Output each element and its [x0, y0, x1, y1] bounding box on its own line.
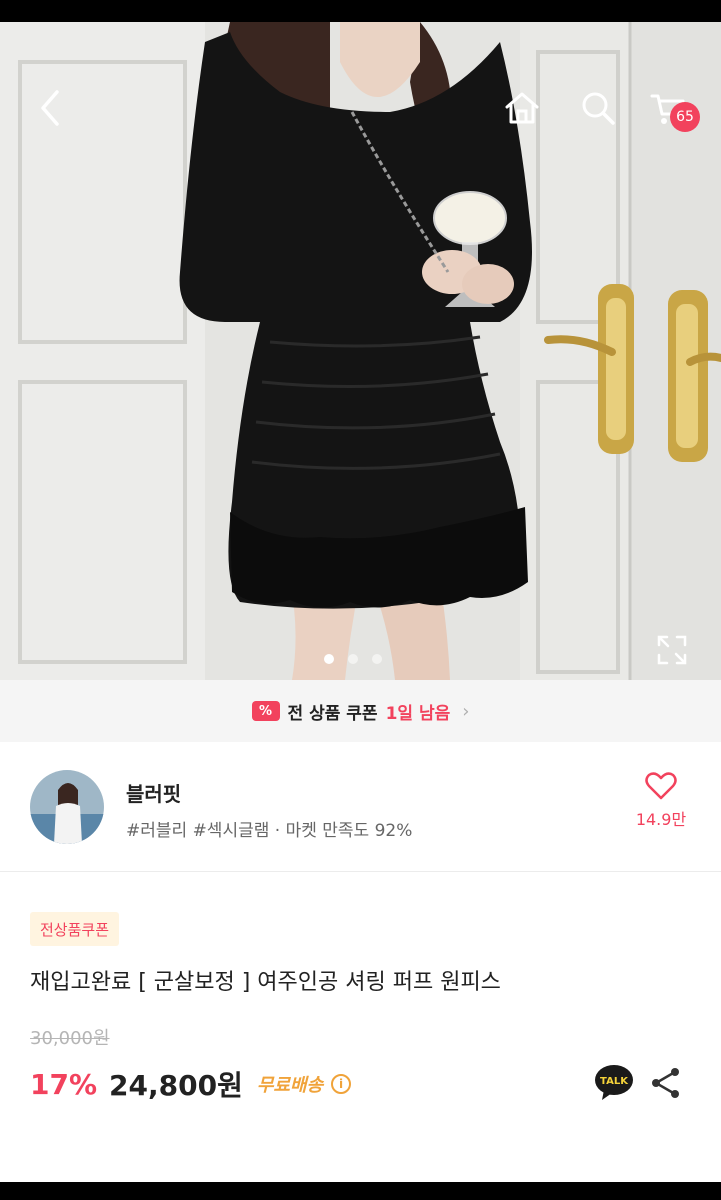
price-row: 17% 24,800원 무료배송 i	[30, 1064, 352, 1104]
store-tags-satisfaction: #러블리 #섹시글램 · 마켓 만족도 92%	[126, 821, 413, 841]
store-name[interactable]: 블러핏	[126, 778, 181, 807]
search-icon	[582, 92, 615, 125]
pagination-dot[interactable]	[324, 654, 334, 664]
coupon-label: 전 상품 쿠폰	[287, 703, 378, 724]
back-button[interactable]	[26, 84, 74, 132]
like-store-button[interactable]: 14.9만	[624, 772, 698, 842]
pagination-dot[interactable]	[348, 654, 358, 664]
chevron-right-icon: ›	[462, 700, 470, 722]
chevron-left-icon	[41, 90, 59, 126]
info-icon[interactable]: i	[331, 1074, 352, 1094]
discount-rate: 17%	[30, 1067, 98, 1101]
store-avatar[interactable]	[30, 770, 104, 844]
home-icon	[505, 92, 539, 124]
product-title: 재입고완료 [ 군살보정 ] 여주인공 셔링 퍼프 원피스	[30, 970, 501, 995]
pagination-dot[interactable]	[372, 654, 382, 664]
coupon-icon: %	[251, 701, 280, 721]
coupon-tag-badge: 전상품쿠폰	[30, 912, 120, 946]
search-button[interactable]	[574, 84, 622, 132]
original-price: 30,000원	[30, 1028, 110, 1049]
share-button[interactable]	[648, 1066, 684, 1100]
share-icon	[652, 1068, 679, 1098]
kakao-talk-button[interactable]: TALK	[594, 1064, 634, 1102]
coupon-banner[interactable]: % 전 상품 쿠폰 1일 남음 ›	[0, 680, 721, 742]
product-image-gallery[interactable]: 65	[0, 22, 721, 680]
expand-icon	[657, 635, 687, 665]
free-shipping-label: 무료배송	[256, 1075, 324, 1096]
status-bar	[0, 0, 721, 22]
coupon-remaining: 1일 남음	[385, 703, 451, 724]
like-count: 14.9만	[635, 810, 687, 829]
heart-icon	[645, 772, 677, 800]
bottom-bar	[0, 1182, 721, 1200]
cart-count-badge: 65	[670, 102, 700, 132]
avatar-image	[30, 770, 104, 844]
talk-icon: TALK	[595, 1065, 633, 1100]
store-info[interactable]: 블러핏 #러블리 #섹시글램 · 마켓 만족도 92% 14.9만	[0, 742, 721, 872]
home-button[interactable]	[498, 84, 546, 132]
talk-label: TALK	[600, 1076, 629, 1087]
sale-price: 24,800원	[109, 1069, 243, 1102]
expand-button[interactable]	[648, 626, 696, 674]
gallery-pagination	[324, 654, 382, 664]
